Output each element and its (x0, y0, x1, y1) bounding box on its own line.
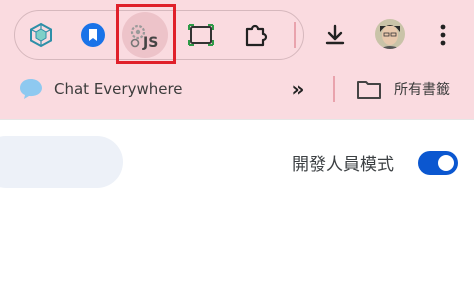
bookmark-extension-button[interactable] (76, 18, 110, 52)
bookmark-chat-label: Chat Everywhere (54, 80, 183, 98)
download-icon (325, 24, 345, 45)
toggle-knob (438, 155, 454, 171)
all-bookmarks-label: 所有書籤 (394, 82, 450, 98)
profile-button[interactable] (372, 16, 408, 52)
bookmark-icon (81, 23, 105, 47)
toolbar-separator (294, 22, 296, 48)
page-divider (0, 119, 474, 120)
bookmarks-separator (333, 76, 335, 102)
more-vert-icon (440, 24, 446, 46)
bookmark-chat-everywhere[interactable]: Chat Everywhere (16, 74, 186, 104)
developer-mode-toggle[interactable] (418, 151, 458, 175)
chevron-double-right-icon: » (291, 77, 305, 101)
hexagon-network-icon (30, 22, 52, 48)
screen-capture-icon (188, 24, 214, 46)
extensions-menu-button[interactable] (238, 18, 272, 52)
download-button[interactable] (318, 18, 352, 52)
folder-icon (357, 81, 381, 99)
chat-bubble-icon (20, 79, 42, 99)
network-extension-button[interactable] (24, 18, 58, 52)
browser-toolbar: JS Chat Everywhere » 所有書籤 (0, 0, 474, 120)
screenshot-extension-button[interactable] (184, 18, 218, 52)
search-bar[interactable] (0, 136, 123, 188)
more-menu-button[interactable] (428, 18, 458, 52)
bookmarks-overflow-button[interactable]: » (284, 75, 312, 103)
puzzle-icon (245, 24, 268, 47)
avatar (375, 19, 405, 49)
all-bookmarks-button[interactable]: 所有書籤 (356, 74, 466, 104)
developer-mode-label: 開發人員模式 (292, 155, 394, 175)
highlight-frame (116, 4, 176, 64)
bookmarks-bar: Chat Everywhere » 所有書籤 (0, 70, 474, 110)
